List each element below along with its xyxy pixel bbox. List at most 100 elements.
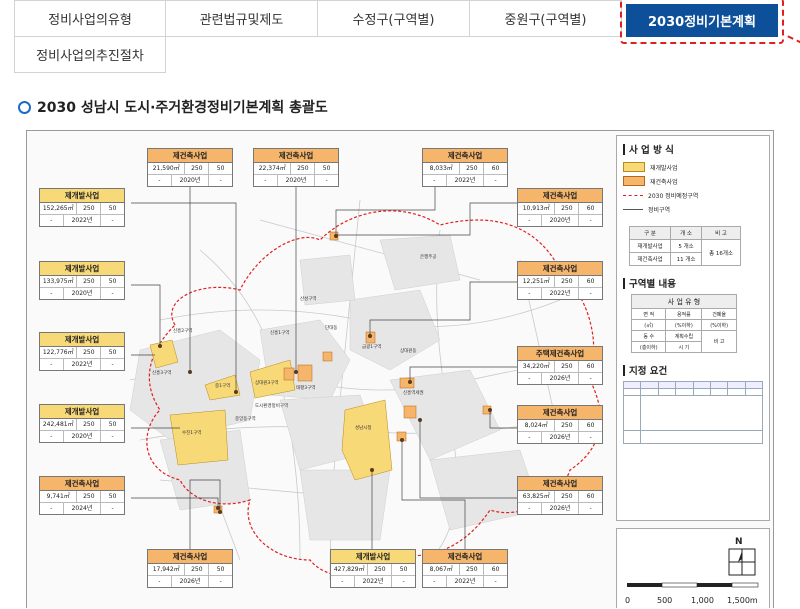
callout-title: 제개발사업	[40, 333, 124, 347]
callout-far: 250	[185, 564, 210, 575]
callout-bcr: 50	[108, 278, 117, 285]
callout-far: 250	[555, 361, 580, 372]
callout-reconstruction: 제건축사업 8,024㎡ 250 60 -2026년 -	[517, 405, 603, 444]
callout-far: 250	[77, 347, 102, 358]
map-label: 신흥역세권	[403, 391, 424, 396]
callout-year: 2026년	[542, 432, 580, 443]
callout-note: -	[589, 375, 592, 382]
callout-area: 63,825㎡	[518, 491, 556, 502]
table-cell: 재개발사업	[628, 239, 672, 253]
callout-far: 250	[291, 163, 316, 174]
callout-far: 250	[77, 419, 102, 430]
callout-floors: -	[518, 503, 542, 514]
callout-year: 2024년	[64, 503, 102, 514]
callout-title: 제건축사업	[518, 406, 602, 420]
callout-year: 2022년	[64, 215, 102, 226]
callout-bcr: 60	[491, 165, 500, 172]
callout-floors: -	[518, 215, 542, 226]
legend-count-table: 구 분개 소비 고 재개발사업 5 개소 총 16개소 재건축사업 11 개소	[628, 226, 741, 266]
callout-bcr: 60	[586, 422, 595, 429]
callout-note: -	[589, 434, 592, 441]
callout-bcr: 50	[108, 421, 117, 428]
callout-area: 8,033㎡	[423, 163, 461, 174]
callout-area: 427,829㎡	[331, 564, 369, 575]
legend-panel: 사 업 방 식 재개발사업 재건축사업 2030 정비예정구역 정비구역 구 분…	[616, 135, 770, 521]
legend-item-redevelopment: 재개발사업	[623, 160, 763, 174]
callout-far: 250	[77, 203, 102, 214]
callout-reconstruction: 주택제건축사업 34,220㎡ 250 60 -2026년 -	[517, 346, 603, 385]
callout-reconstruction: 제건축사업 22,374㎡ 250 50 -2020년 -	[253, 148, 339, 187]
callout-title: 제개발사업	[40, 189, 124, 203]
callout-title: 제개발사업	[331, 550, 415, 564]
table-cell: 건폐율	[701, 308, 737, 320]
callout-floors: -	[148, 576, 172, 587]
callout-area: 122,776㎡	[40, 347, 78, 358]
callout-note: -	[111, 361, 114, 368]
callout-year: 2022년	[542, 288, 580, 299]
callout-area: 34,220㎡	[518, 361, 556, 372]
table-header: 사 업 유 형	[631, 294, 737, 309]
legend-requirement-title: 지정 요건	[629, 366, 668, 377]
callout-title: 주택제건축사업	[518, 347, 602, 361]
legend-method-title: 사 업 방 식	[629, 145, 674, 156]
map-label: 상대원3구역	[255, 381, 279, 386]
callout-floors: -	[40, 503, 64, 514]
callout-year: 2026년	[172, 576, 210, 587]
callout-area: 8,067㎡	[423, 564, 461, 575]
callout-title: 제건축사업	[254, 149, 338, 163]
callout-far: 250	[77, 491, 102, 502]
callout-note: -	[402, 578, 405, 585]
callout-redevelopment: 제개발사업 427,829㎡ 250 50 -2022년 -	[330, 549, 416, 588]
callout-floors: -	[148, 175, 172, 186]
legend-zone-heading: 구역별 내용	[623, 276, 763, 290]
callout-note: -	[219, 578, 222, 585]
callout-area: 242,481㎡	[40, 419, 78, 430]
callout-floors: -	[254, 175, 278, 186]
table-cell: 시 기	[665, 341, 703, 353]
callout-note: -	[111, 433, 114, 440]
table-cell: 용적률	[665, 308, 703, 320]
callout-far: 250	[555, 491, 580, 502]
callout-year: 2020년	[542, 215, 580, 226]
map-label: 신흥3구역	[152, 371, 172, 376]
callout-year: 2020년	[172, 175, 210, 186]
legend-item-planned-zone: 2030 정비예정구역	[623, 188, 763, 202]
map-label: 성남시청	[355, 426, 372, 431]
map-label: 도시환경정비구역	[255, 404, 289, 409]
callout-floors: -	[40, 215, 64, 226]
callout-note: -	[589, 217, 592, 224]
callout-redevelopment: 제개발사업 133,975㎡ 250 50 -2020년 -	[39, 261, 125, 300]
callout-far: 250	[555, 276, 580, 287]
callout-area: 8,024㎡	[518, 420, 556, 431]
callout-far: 250	[555, 203, 580, 214]
map-label: 단대동	[325, 326, 338, 331]
map-label: 수진1구역	[182, 431, 202, 436]
callout-floors: -	[40, 431, 64, 442]
scale-panel: N 0 500 1,000 1,500m	[616, 528, 770, 608]
legend-label: 재개발사업	[650, 164, 678, 172]
solid-line-icon	[623, 208, 643, 210]
callout-bcr: 60	[586, 363, 595, 370]
callout-title: 제건축사업	[148, 149, 232, 163]
callout-year: 2022년	[64, 359, 102, 370]
callout-bcr: 60	[491, 566, 500, 573]
legend-method-heading: 사 업 방 식	[623, 142, 763, 156]
callout-far: 250	[460, 163, 485, 174]
callout-floors: -	[40, 288, 64, 299]
table-cell: 5 개소	[670, 239, 703, 253]
table-cell: 계획수립	[665, 330, 703, 342]
callout-area: 133,975㎡	[40, 276, 78, 287]
callout-area: 9,741㎡	[40, 491, 78, 502]
callout-far: 250	[460, 564, 485, 575]
callout-bcr: 50	[399, 566, 408, 573]
legend-label: 2030 정비예정구역	[648, 192, 699, 200]
callout-note: -	[589, 290, 592, 297]
table-cell: 11 개소	[670, 252, 703, 266]
callout-area: 12,251㎡	[518, 276, 556, 287]
callout-reconstruction: 제건축사업 8,033㎡ 250 60 -2022년 -	[422, 148, 508, 187]
callout-area: 17,942㎡	[148, 564, 186, 575]
callout-redevelopment: 제개발사업 122,776㎡ 250 50 -2022년 -	[39, 332, 125, 371]
legend-label: 정비구역	[648, 206, 671, 214]
table-cell: 면 적	[630, 308, 667, 320]
scale-tick: 500	[657, 596, 673, 605]
